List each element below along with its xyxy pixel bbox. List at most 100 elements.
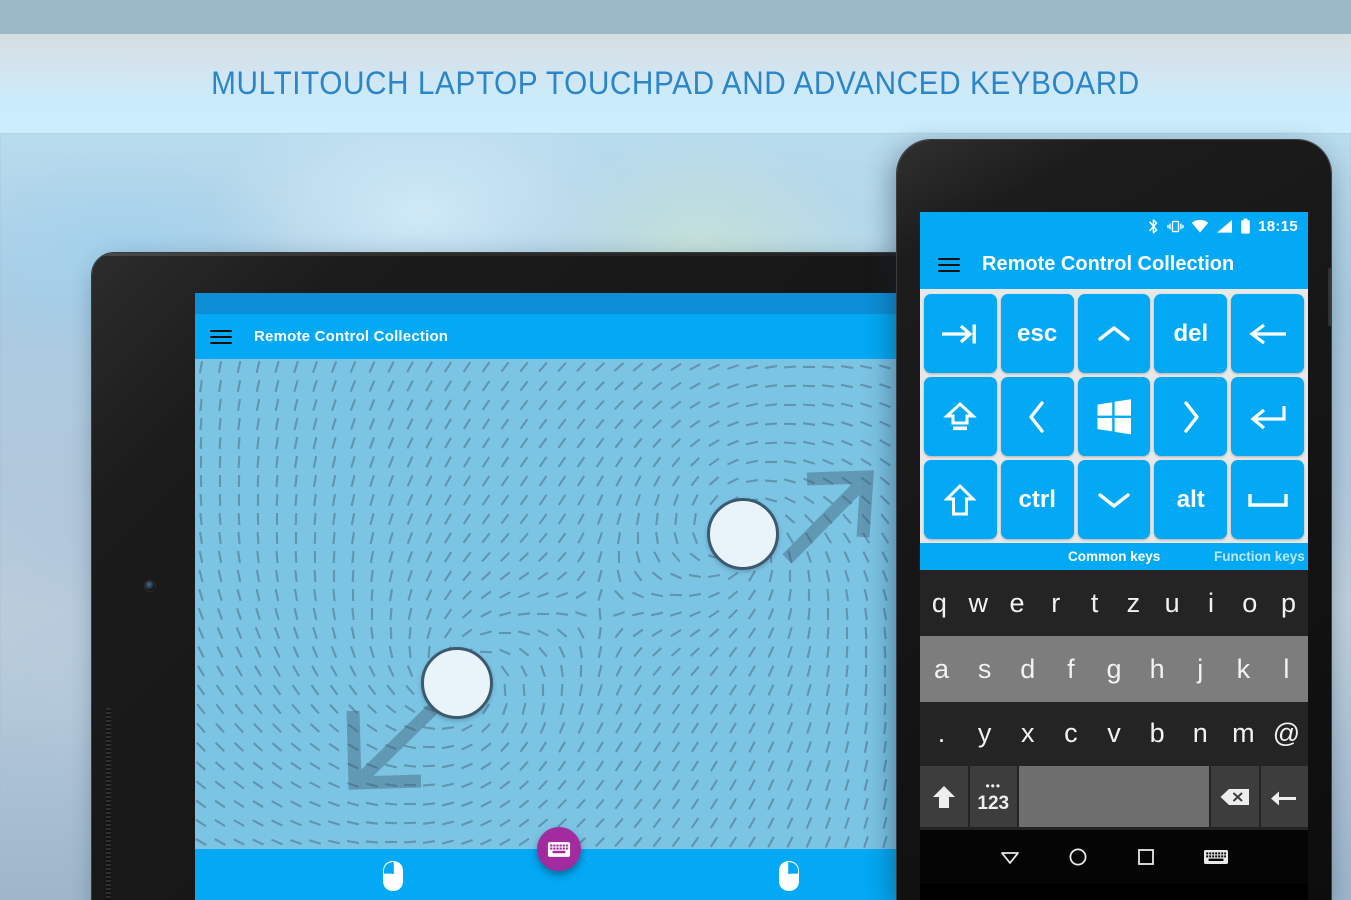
keyboard-key[interactable]: t [1075, 588, 1114, 619]
keyboard-key[interactable]: d [1006, 654, 1049, 685]
key-arrow-right[interactable] [1154, 377, 1228, 456]
keyboard-key[interactable]: x [1006, 718, 1049, 749]
key-backspace[interactable] [1231, 294, 1304, 373]
keyboard-key[interactable]: q [920, 588, 959, 619]
hide-keyboard-triangle-icon[interactable] [999, 846, 1021, 868]
keyboard-more-dots: ••• [985, 779, 1002, 793]
keyboard-enter-key[interactable] [1260, 766, 1308, 827]
keyboard-key[interactable]: o [1230, 588, 1269, 619]
touch-arrow-up-right [782, 470, 874, 564]
recents-square-icon[interactable] [1135, 846, 1157, 868]
keyboard-key[interactable]: z [1114, 588, 1153, 619]
home-circle-icon[interactable] [1067, 846, 1089, 868]
battery-icon [1241, 218, 1250, 234]
keyboard-shift-key[interactable] [920, 766, 968, 827]
backspace-icon [1220, 788, 1249, 805]
caps-lock-icon [943, 401, 978, 430]
screenshot-stage: MULTITOUCH LAPTOP TOUCHPAD AND ADVANCED … [0, 0, 1351, 900]
tablet-app-title: Remote Control Collection [254, 328, 449, 345]
keypad-tabbar: Common keys Function keys [920, 543, 1308, 570]
phone-navigation-bar [920, 830, 1308, 884]
key-caps-lock[interactable] [924, 377, 997, 456]
vibrate-icon [1167, 220, 1184, 232]
remote-keypad-grid: esc del ctrl alt [920, 289, 1308, 543]
tablet-status-strip [195, 293, 922, 314]
tab-common-keys[interactable]: Common keys [1068, 549, 1160, 564]
keyboard-key[interactable]: a [920, 654, 963, 685]
mouse-right-click-icon[interactable] [777, 860, 801, 892]
keyboard-key[interactable]: w [959, 588, 998, 619]
keyboard-key[interactable]: y [963, 718, 1006, 749]
windows-logo-icon [1097, 398, 1131, 434]
keyboard-key[interactable]: k [1222, 654, 1265, 685]
shift-up-arrow-icon [944, 483, 977, 515]
mouse-left-click-icon[interactable] [381, 860, 405, 892]
enter-icon [1271, 787, 1297, 805]
keyboard-key[interactable]: @ [1265, 718, 1308, 749]
keyboard-key[interactable]: v [1092, 718, 1135, 749]
tablet-speaker-grille [106, 708, 111, 900]
touch-pointer-1[interactable] [421, 647, 493, 719]
keyboard-key[interactable]: p [1269, 588, 1308, 619]
keyboard-numeric-key[interactable]: ••• 123 [969, 766, 1017, 827]
keyboard-key[interactable]: j [1179, 654, 1222, 685]
keyboard-key[interactable]: i [1192, 588, 1231, 619]
signal-icon [1217, 219, 1233, 233]
shift-arrow-icon [932, 785, 955, 808]
arrow-left-icon [1029, 400, 1044, 433]
keyboard-switch-icon[interactable] [1203, 847, 1229, 867]
space-bar-icon [1247, 493, 1288, 507]
touchpad-button-bar [195, 827, 922, 900]
keyboard-fab-button[interactable] [536, 827, 581, 871]
tablet-front-camera-icon [145, 581, 155, 591]
key-esc[interactable]: esc [1000, 294, 1074, 373]
key-enter[interactable] [1231, 377, 1304, 456]
arrow-right-icon [1184, 400, 1199, 433]
key-del[interactable]: del [1154, 294, 1228, 373]
key-ctrl[interactable]: ctrl [1000, 460, 1074, 539]
keyboard-row-3: . y x c v b n m @ [920, 702, 1308, 764]
keyboard-key[interactable]: b [1136, 718, 1179, 749]
key-windows[interactable] [1077, 377, 1151, 456]
touchpad-surface[interactable] [195, 359, 922, 849]
keyboard-backspace-key[interactable] [1211, 766, 1259, 827]
keyboard-key[interactable]: . [920, 718, 963, 749]
tab-function-keys[interactable]: Function keys [1214, 549, 1305, 564]
keyboard-key[interactable]: l [1265, 654, 1308, 685]
key-tab[interactable] [924, 294, 997, 373]
key-shift[interactable] [924, 460, 997, 539]
key-space[interactable] [1231, 460, 1304, 539]
keyboard-key[interactable]: m [1222, 718, 1265, 749]
tablet-screen: Remote Control Collection [195, 293, 922, 900]
key-alt[interactable]: alt [1154, 460, 1228, 539]
backspace-arrow-icon [1248, 323, 1286, 344]
touch-pointer-2[interactable] [707, 498, 779, 570]
hamburger-menu-icon[interactable] [938, 257, 960, 272]
background-top-strip [0, 0, 1351, 34]
keyboard-key[interactable]: h [1136, 654, 1179, 685]
key-arrow-left[interactable] [1000, 377, 1074, 456]
keyboard-key[interactable]: u [1153, 588, 1192, 619]
status-clock: 18:15 [1258, 217, 1298, 235]
phone-power-button[interactable] [1328, 268, 1331, 326]
key-arrow-down[interactable] [1077, 460, 1151, 539]
key-arrow-up[interactable] [1077, 294, 1151, 373]
keyboard-key[interactable]: e [998, 588, 1037, 619]
wifi-icon [1191, 219, 1209, 233]
keyboard-key[interactable]: r [1036, 588, 1075, 619]
keyboard-key[interactable]: s [963, 654, 1006, 685]
phone-app-title: Remote Control Collection [982, 253, 1235, 275]
hamburger-menu-icon[interactable] [210, 329, 232, 344]
bluetooth-icon [1149, 218, 1158, 234]
keyboard-bottom-row: ••• 123 [920, 764, 1308, 830]
touch-arrow-down-left [346, 694, 448, 790]
touchpad-vector-field [195, 360, 911, 849]
keyboard-space-key[interactable] [1019, 766, 1209, 827]
keyboard-key[interactable]: c [1049, 718, 1092, 749]
keyboard-key[interactable]: n [1179, 718, 1222, 749]
keyboard-row-1: q w e r t z u i o p [920, 570, 1308, 636]
phone-screen: 18:15 Remote Control Collection esc del … [920, 212, 1308, 900]
phone-device: 18:15 Remote Control Collection esc del … [897, 140, 1331, 900]
keyboard-key[interactable]: f [1049, 654, 1092, 685]
keyboard-key[interactable]: g [1092, 654, 1135, 685]
